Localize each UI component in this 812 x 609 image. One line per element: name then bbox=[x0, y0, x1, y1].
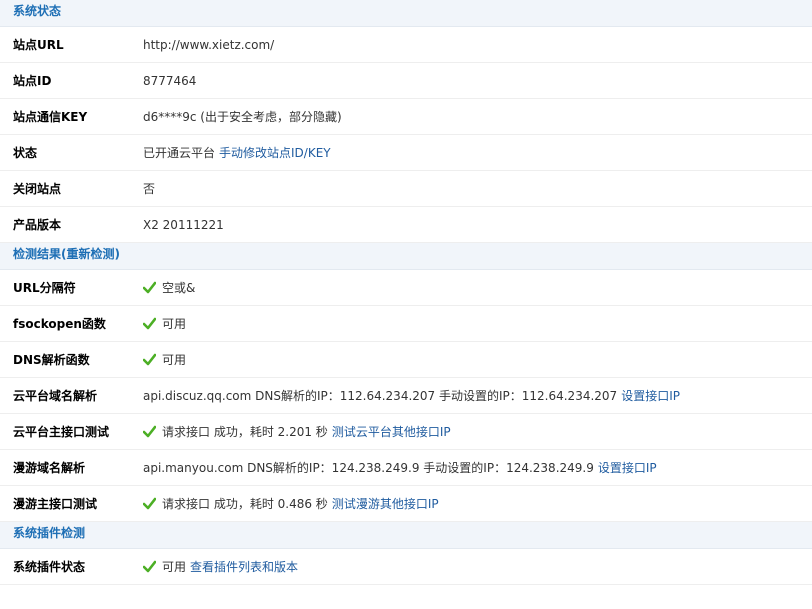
label-cloud-dns: 云平台域名解析 bbox=[13, 389, 98, 403]
value-fsockopen-cell: 可用 bbox=[143, 315, 812, 332]
set-manyou-interface-ip-link[interactable]: 设置接口IP bbox=[598, 461, 657, 475]
value-close-site: 否 bbox=[143, 182, 156, 196]
edit-site-id-key-link[interactable]: 手动修改站点ID/KEY bbox=[219, 146, 331, 160]
row-manyou-interface-test: 漫游主接口测试 请求接口 成功，耗时 0.486 秒测试漫游其他接口IP bbox=[0, 486, 812, 522]
check-icon bbox=[143, 497, 156, 510]
value-plugin-status-cell: 可用 查看插件列表和版本 bbox=[143, 558, 812, 575]
label-url-separator: URL分隔符 bbox=[13, 281, 76, 295]
value-manyou-dns-cell: api.manyou.com DNS解析的IP：124.238.249.9 手动… bbox=[143, 459, 812, 476]
value-manyou-interface-test: 请求接口 成功，耗时 0.486 秒 bbox=[162, 497, 328, 511]
value-status: 已开通云平台 bbox=[143, 146, 216, 160]
value-plugin-status: 可用 bbox=[162, 560, 187, 574]
label-dns-function: DNS解析函数 bbox=[13, 353, 90, 367]
value-fsockopen: 可用 bbox=[162, 317, 187, 331]
label-plugin-status: 系统插件状态 bbox=[13, 560, 86, 574]
row-site-url: 站点URL http://www.xietz.com/ bbox=[0, 27, 812, 63]
value-site-key: d6****9c (出于安全考虑，部分隐藏) bbox=[143, 110, 342, 124]
value-url-separator-cell: 空或& bbox=[143, 279, 812, 296]
test-manyou-other-ip-link[interactable]: 测试漫游其他接口IP bbox=[332, 497, 439, 511]
label-site-id: 站点ID bbox=[13, 74, 52, 88]
check-icon bbox=[143, 281, 156, 294]
row-cloud-interface-test: 云平台主接口测试 请求接口 成功，耗时 2.201 秒测试云平台其他接口IP bbox=[0, 414, 812, 450]
row-plugin-status: 系统插件状态 可用 查看插件列表和版本 bbox=[0, 549, 812, 585]
value-manyou-dns: api.manyou.com DNS解析的IP：124.238.249.9 手动… bbox=[143, 461, 594, 475]
value-site-id: 8777464 bbox=[143, 73, 197, 88]
row-manyou-dns: 漫游域名解析 api.manyou.com DNS解析的IP：124.238.2… bbox=[0, 450, 812, 486]
label-manyou-interface-test: 漫游主接口测试 bbox=[13, 497, 98, 511]
value-dns-function: 可用 bbox=[162, 353, 187, 367]
label-cloud-interface-test: 云平台主接口测试 bbox=[13, 425, 110, 439]
view-plugin-list-link[interactable]: 查看插件列表和版本 bbox=[190, 560, 298, 574]
value-dns-function-cell: 可用 bbox=[143, 351, 812, 368]
row-product-version: 产品版本 X2 20111221 bbox=[0, 207, 812, 243]
section-header-system-status: 系统状态 bbox=[0, 0, 812, 27]
label-site-key: 站点通信KEY bbox=[13, 110, 88, 124]
value-cloud-dns-cell: api.discuz.qq.com DNS解析的IP：112.64.234.20… bbox=[143, 387, 812, 404]
row-fsockopen: fsockopen函数 可用 bbox=[0, 306, 812, 342]
row-cloud-dns: 云平台域名解析 api.discuz.qq.com DNS解析的IP：112.6… bbox=[0, 378, 812, 414]
value-status-cell: 已开通云平台 手动修改站点ID/KEY bbox=[143, 144, 812, 161]
value-product-version: X2 20111221 bbox=[143, 217, 224, 232]
row-site-key: 站点通信KEY d6****9c (出于安全考虑，部分隐藏) bbox=[0, 99, 812, 135]
test-cloud-other-ip-link[interactable]: 测试云平台其他接口IP bbox=[332, 425, 451, 439]
label-fsockopen: fsockopen函数 bbox=[13, 317, 106, 331]
value-cloud-interface-test-cell: 请求接口 成功，耗时 2.201 秒测试云平台其他接口IP bbox=[143, 423, 812, 440]
section-header-detect-results[interactable]: 检测结果(重新检测) bbox=[0, 243, 812, 270]
check-icon bbox=[143, 425, 156, 438]
label-product-version: 产品版本 bbox=[13, 218, 62, 232]
value-site-url: http://www.xietz.com/ bbox=[143, 37, 275, 52]
label-status: 状态 bbox=[13, 146, 38, 160]
label-site-url: 站点URL bbox=[13, 38, 64, 52]
set-cloud-interface-ip-link[interactable]: 设置接口IP bbox=[621, 389, 680, 403]
value-cloud-dns: api.discuz.qq.com DNS解析的IP：112.64.234.20… bbox=[143, 389, 618, 403]
label-manyou-dns: 漫游域名解析 bbox=[13, 461, 86, 475]
label-close-site: 关闭站点 bbox=[13, 182, 62, 196]
value-manyou-interface-test-cell: 请求接口 成功，耗时 0.486 秒测试漫游其他接口IP bbox=[143, 495, 812, 512]
row-site-id: 站点ID 8777464 bbox=[0, 63, 812, 99]
row-url-separator: URL分隔符 空或& bbox=[0, 270, 812, 306]
check-icon bbox=[143, 317, 156, 330]
value-cloud-interface-test: 请求接口 成功，耗时 2.201 秒 bbox=[162, 425, 328, 439]
value-url-separator: 空或& bbox=[162, 281, 196, 295]
check-icon bbox=[143, 560, 156, 573]
row-close-site: 关闭站点 否 bbox=[0, 171, 812, 207]
row-dns-function: DNS解析函数 可用 bbox=[0, 342, 812, 378]
check-icon bbox=[143, 353, 156, 366]
section-header-plugin-detect: 系统插件检测 bbox=[0, 522, 812, 549]
row-status: 状态 已开通云平台 手动修改站点ID/KEY bbox=[0, 135, 812, 171]
